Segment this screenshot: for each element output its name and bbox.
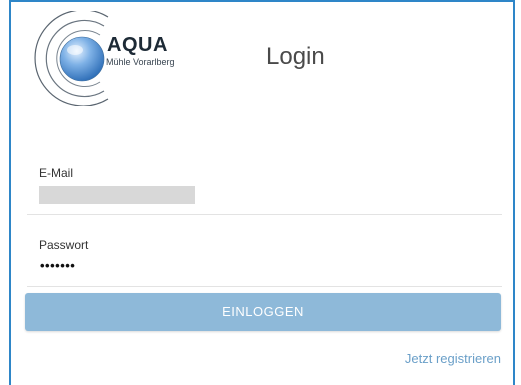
email-label: E-Mail xyxy=(39,166,74,180)
password-divider xyxy=(27,286,502,287)
aqua-logo: AQUA Mühle Vorarlberg xyxy=(22,11,202,106)
login-button[interactable]: EINLOGGEN xyxy=(25,293,501,331)
email-divider xyxy=(27,214,502,215)
logo-subtitle: Mühle Vorarlberg xyxy=(106,57,175,67)
password-label: Passwort xyxy=(39,238,89,252)
password-field[interactable]: ••••••• xyxy=(40,258,75,274)
email-field[interactable] xyxy=(39,186,195,204)
logo-title: AQUA xyxy=(107,34,168,56)
page-title: Login xyxy=(266,43,325,70)
login-panel: AQUA Mühle Vorarlberg Login E-Mail Passw… xyxy=(9,0,515,385)
register-link[interactable]: Jetzt registrieren xyxy=(405,351,501,367)
